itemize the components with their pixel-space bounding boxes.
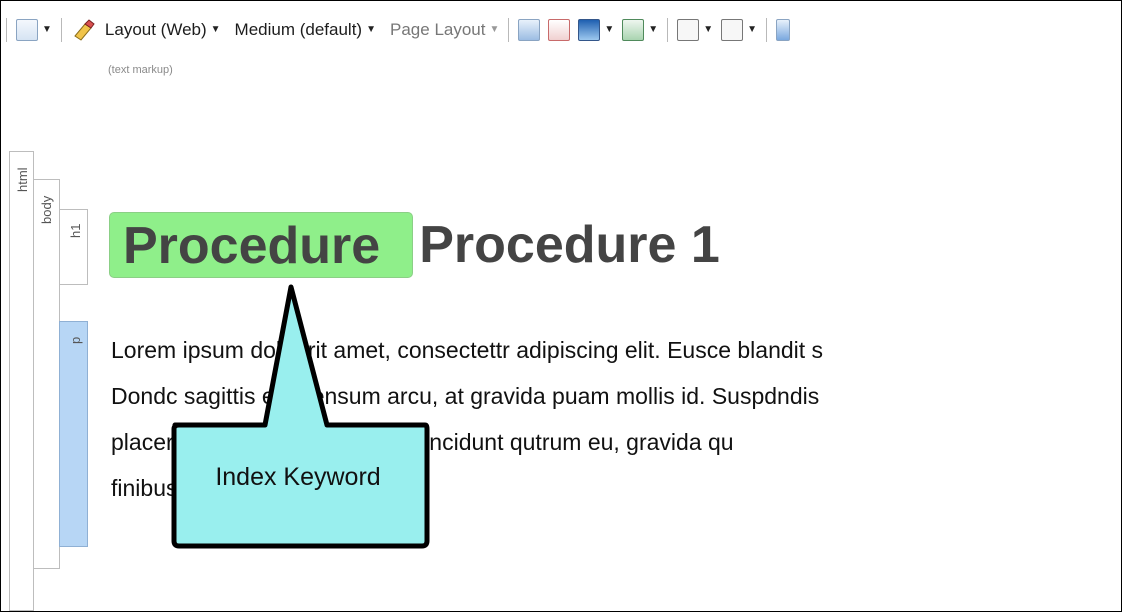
picture-icon xyxy=(578,19,601,41)
preview-icon xyxy=(518,19,541,41)
layout-dropdown-label: Layout (Web) xyxy=(104,20,207,39)
toolbar-separator xyxy=(508,18,510,42)
structure-bar-html-label: html xyxy=(15,167,30,192)
index-keyword-marker[interactable]: Procedure xyxy=(109,212,414,278)
page-layout-dropdown-label: Page Layout xyxy=(390,20,486,39)
insert-image-icon xyxy=(548,19,571,41)
chevron-down-icon: ▼ xyxy=(703,24,714,35)
snippet-icon xyxy=(721,19,744,41)
magnifier-icon xyxy=(16,19,38,41)
format-painter-button[interactable] xyxy=(67,16,101,44)
document-heading[interactable]: Procedure Procedure 1 xyxy=(109,205,720,285)
toolbar: ▼ Layout (Web) ▼ Medium (default) ▼ Page… xyxy=(1,1,1121,76)
toolbar-separator xyxy=(766,18,768,42)
paragraph-line: Dondc sagittis elemensum arcu, at gravid… xyxy=(111,383,820,409)
zoom-button[interactable]: ▼ xyxy=(12,16,56,44)
preview-button[interactable] xyxy=(514,16,544,44)
chevron-down-icon: ▼ xyxy=(366,24,377,35)
structure-bar-html[interactable]: html xyxy=(9,151,34,611)
structure-bar-body-label: body xyxy=(39,195,54,224)
toolbar-row: ▼ Layout (Web) ▼ Medium (default) ▼ Page… xyxy=(1,13,794,47)
toolbar-separator xyxy=(667,18,669,42)
chevron-down-icon: ▼ xyxy=(604,24,615,35)
chevron-down-icon: ▼ xyxy=(42,24,52,35)
structure-bar-h1[interactable]: h1 xyxy=(59,209,88,285)
heading-text: Procedure 1 xyxy=(419,216,720,274)
more-button[interactable] xyxy=(772,16,794,44)
toolbar-hint: (text markup) xyxy=(108,64,173,76)
page-layout-dropdown[interactable]: Page Layout ▼ xyxy=(386,16,503,44)
chevron-down-icon: ▼ xyxy=(489,24,500,35)
paragraph-line: placerat metus maurir, ornare tincidunt … xyxy=(111,429,734,455)
link-button[interactable]: ▼ xyxy=(618,16,662,44)
structure-bar-p[interactable]: p xyxy=(59,321,88,547)
medium-dropdown-label: Medium (default) xyxy=(234,20,363,39)
variable-button[interactable]: ▼ xyxy=(673,16,717,44)
snippet-button[interactable]: ▼ xyxy=(717,16,761,44)
chevron-down-icon: ▼ xyxy=(747,24,758,35)
toolbar-separator xyxy=(60,18,62,42)
callout-label: Index Keyword xyxy=(215,463,381,491)
toolbar-separator xyxy=(6,18,7,42)
paragraph-line: Lorem ipsum dolor rit amet, consectettr … xyxy=(111,337,824,363)
format-brush-icon xyxy=(74,19,95,41)
more-icon xyxy=(776,19,791,41)
structure-bar-h1-label: h1 xyxy=(68,223,83,238)
layout-dropdown[interactable]: Layout (Web) ▼ xyxy=(101,16,225,44)
chevron-down-icon: ▼ xyxy=(210,24,221,35)
link-icon xyxy=(622,19,645,41)
structure-bar-p-label: p xyxy=(68,336,83,344)
medium-dropdown[interactable]: Medium (default) ▼ xyxy=(231,16,380,44)
chevron-down-icon: ▼ xyxy=(648,24,659,35)
image-button[interactable]: ▼ xyxy=(574,16,618,44)
variable-icon xyxy=(677,19,700,41)
structure-bar-body[interactable]: body xyxy=(33,179,60,569)
editor-window: ▼ Layout (Web) ▼ Medium (default) ▼ Page… xyxy=(0,0,1122,612)
insert-image-button[interactable] xyxy=(544,16,574,44)
